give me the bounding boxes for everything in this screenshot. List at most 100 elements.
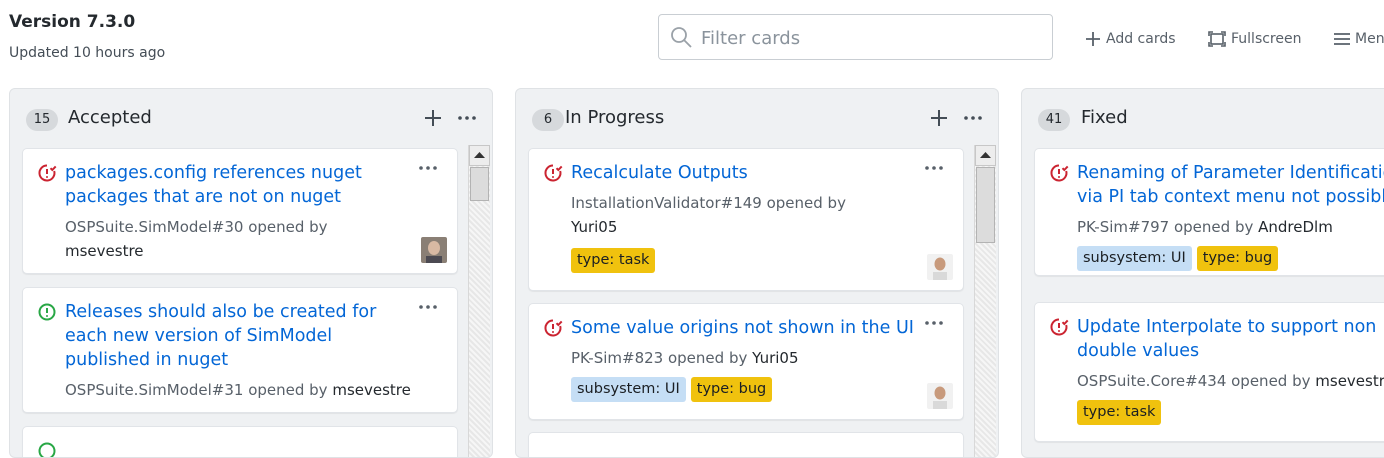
issue-card[interactable]: Renaming of Parameter Identificationvia …: [1034, 148, 1384, 276]
issue-reference: PK-Sim#823 opened by: [571, 349, 747, 367]
menu-label: Menu: [1355, 31, 1384, 47]
label-type-bug[interactable]: type: bug: [691, 377, 772, 402]
issue-meta: InstallationValidator#149 opened by Yuri0…: [571, 191, 846, 239]
fullscreen-icon: [1208, 31, 1226, 47]
issue-reference: OSPSuite.SimModel#30 opened by: [65, 218, 328, 236]
project-header: Version 7.3.0 Updated 10 hours ago Add c…: [0, 0, 1384, 88]
column-fixed: 41 Fixed Renaming of Parameter Identific…: [1021, 88, 1384, 458]
card-count-badge: 6: [532, 109, 564, 131]
issue-card[interactable]: Recalculate Outputs InstallationValidato…: [528, 148, 964, 291]
card-more-icon[interactable]: [417, 300, 439, 314]
user-avatar: [927, 254, 953, 280]
add-card-plus-icon[interactable]: [422, 107, 444, 129]
card-more-icon[interactable]: [923, 161, 945, 175]
issue-card[interactable]: [528, 432, 964, 458]
issue-title-line: Update Interpolate to support non: [1077, 317, 1376, 337]
label-type-task[interactable]: type: task: [571, 248, 655, 273]
issue-labels: type: task: [571, 248, 655, 273]
label-subsystem-ui[interactable]: subsystem: UI: [571, 377, 686, 402]
fullscreen-label: Fullscreen: [1231, 31, 1301, 47]
issue-author[interactable]: msevestre: [1315, 372, 1384, 390]
issue-title-link[interactable]: Some value origins not shown in the UI: [571, 316, 914, 340]
column-title: In Progress: [565, 107, 664, 128]
issue-meta: PK-Sim#823 opened by Yuri05: [571, 346, 799, 370]
scroll-up-arrow[interactable]: [469, 145, 490, 166]
issue-reference: PK-Sim#797 opened by: [1077, 218, 1253, 236]
issue-title-line: Some value origins not shown in the UI: [571, 318, 914, 338]
project-title: Version 7.3.0: [9, 12, 135, 32]
issue-labels: type: task: [1077, 400, 1161, 425]
issue-meta: OSPSuite.SimModel#31 opened by msevestre: [65, 378, 411, 402]
open-issue-icon: [37, 302, 57, 322]
fullscreen-button[interactable]: Fullscreen: [1208, 28, 1301, 50]
issue-author[interactable]: Yuri05: [752, 349, 798, 367]
column-more-icon[interactable]: [456, 107, 478, 129]
issue-meta: PK-Sim#797 opened by AndreDlm: [1077, 215, 1333, 239]
column-more-icon[interactable]: [962, 107, 984, 129]
scroll-thumb[interactable]: [470, 167, 489, 201]
label-subsystem-ui[interactable]: subsystem: UI: [1077, 246, 1192, 271]
issue-author[interactable]: msevestre: [332, 381, 411, 399]
issue-title-line: published in nuget: [65, 350, 228, 370]
issue-card[interactable]: Update Interpolate to support non double …: [1034, 302, 1384, 442]
issue-title-line: Releases should also be created for: [65, 302, 376, 322]
scroll-up-arrow[interactable]: [975, 145, 996, 166]
issue-reference: InstallationValidator#149 opened by: [571, 194, 846, 212]
issue-card[interactable]: Releases should also be created for each …: [22, 287, 458, 413]
caret-up-icon: [976, 146, 995, 165]
plus-icon: [1085, 31, 1101, 47]
issue-author[interactable]: AndreDlm: [1258, 218, 1333, 236]
issue-title-link[interactable]: Recalculate Outputs: [571, 161, 748, 185]
issue-title-link[interactable]: Releases should also be created for each …: [65, 300, 376, 372]
column-accepted: 15 Accepted packages.config references n…: [9, 88, 493, 458]
issue-author[interactable]: msevestre: [65, 242, 144, 260]
issue-title-link[interactable]: Renaming of Parameter Identificationvia …: [1077, 161, 1384, 209]
add-card-plus-icon[interactable]: [928, 107, 950, 129]
search-icon: [669, 25, 693, 49]
filter-cards-box[interactable]: [658, 14, 1053, 60]
card-count-badge: 15: [26, 109, 58, 131]
label-type-task[interactable]: type: task: [1077, 400, 1161, 425]
issue-title-line: each new version of SimModel: [65, 326, 332, 346]
label-type-bug[interactable]: type: bug: [1197, 246, 1278, 271]
issue-meta: OSPSuite.SimModel#30 opened by msevestre: [65, 215, 328, 263]
issue-title-link[interactable]: Update Interpolate to support non double …: [1077, 315, 1376, 363]
caret-up-icon: [470, 146, 489, 165]
issue-reference: OSPSuite.SimModel#31 opened by: [65, 381, 328, 399]
issue-labels: subsystem: UI type: bug: [1077, 246, 1278, 271]
closed-issue-icon: [543, 318, 563, 338]
column-title: Fixed: [1081, 107, 1128, 128]
user-avatar: [421, 237, 447, 263]
column-header: 6 In Progress: [516, 89, 998, 147]
scroll-thumb[interactable]: [976, 167, 995, 243]
closed-issue-icon: [1049, 163, 1069, 183]
hamburger-icon: [1334, 32, 1350, 46]
column-header: 15 Accepted: [10, 89, 492, 147]
card-more-icon[interactable]: [417, 161, 439, 175]
issue-author[interactable]: Yuri05: [571, 218, 617, 236]
issue-card[interactable]: [22, 426, 458, 458]
column-scrollbar[interactable]: [468, 145, 490, 458]
column-header: 41 Fixed: [1022, 89, 1384, 147]
add-cards-button[interactable]: Add cards: [1085, 28, 1176, 50]
filter-cards-input[interactable]: [701, 26, 1031, 50]
add-cards-label: Add cards: [1106, 31, 1176, 47]
issue-title-line: Renaming of Parameter Identification: [1077, 163, 1384, 183]
card-more-icon[interactable]: [923, 316, 945, 330]
project-updated-time: Updated 10 hours ago: [9, 45, 165, 61]
issue-card[interactable]: packages.config references nuget packages…: [22, 148, 458, 274]
menu-button[interactable]: Menu: [1334, 28, 1384, 50]
column-title: Accepted: [68, 107, 152, 128]
closed-issue-icon: [37, 163, 57, 183]
issue-title-line: packages.config references nuget: [65, 163, 362, 183]
issue-reference: OSPSuite.Core#434 opened by: [1077, 372, 1310, 390]
issue-title-line: packages that are not on nuget: [65, 187, 341, 207]
closed-issue-icon: [543, 163, 563, 183]
issue-card[interactable]: Some value origins not shown in the UI P…: [528, 303, 964, 420]
issue-title-line: double values: [1077, 341, 1199, 361]
column-scrollbar[interactable]: [974, 145, 996, 458]
issue-meta: OSPSuite.Core#434 opened by msevestre: [1077, 369, 1384, 393]
issue-title-link[interactable]: packages.config references nuget packages…: [65, 161, 362, 209]
card-count-badge: 41: [1038, 109, 1070, 131]
user-avatar: [927, 383, 953, 409]
